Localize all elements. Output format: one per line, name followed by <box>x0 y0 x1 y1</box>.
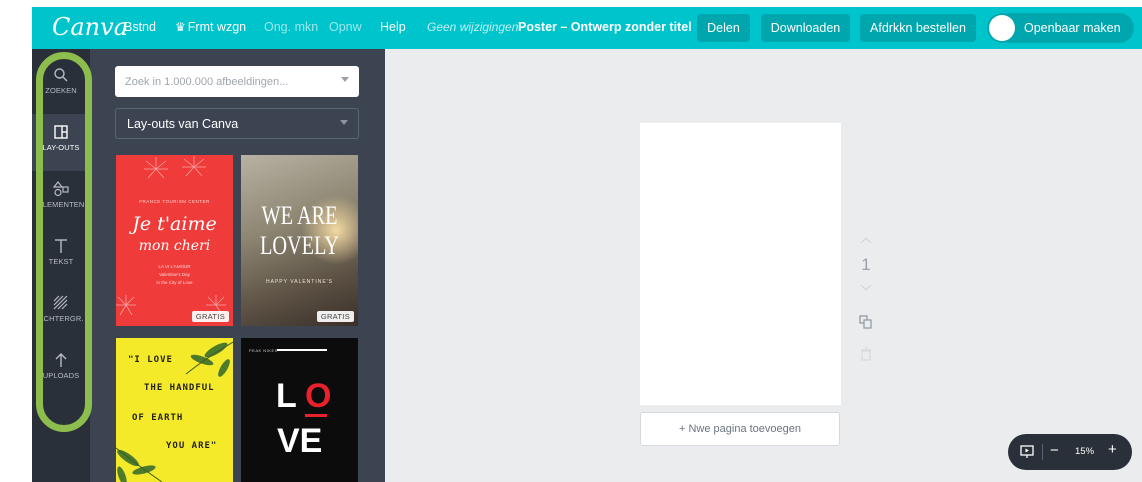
rail-label: UPLOADS <box>42 371 80 380</box>
canva-logo[interactable]: Canva <box>52 13 128 41</box>
order-prints-button[interactable]: Afdrkkn bestellen <box>860 14 976 42</box>
template-word: VE <box>277 422 323 460</box>
rail-item-search[interactable]: ZOEKEN <box>32 57 90 114</box>
side-rail: ZOEKEN LAY-OUTS ELEMENTEN TEKST ACHTERGR… <box>32 49 90 482</box>
template-small-text: LA VI L'AMOUR <box>158 264 191 269</box>
template-title: mon cheri <box>138 238 211 254</box>
rail-item-layouts[interactable]: LAY-OUTS <box>32 114 90 171</box>
add-page-button[interactable]: + Nwe pagina toevoegen <box>640 412 840 446</box>
make-public-toggle[interactable]: Openbaar maken <box>987 13 1134 43</box>
document-title[interactable]: Poster – Ontwerp zonder titel <box>518 20 692 34</box>
template-rule <box>277 349 327 351</box>
template-letter: L <box>276 377 297 415</box>
upload-icon <box>55 353 67 367</box>
image-search-field[interactable] <box>115 66 359 97</box>
template-text-line: "I LOVE <box>128 355 173 365</box>
crown-icon: ♛ <box>175 20 186 34</box>
rail-item-background[interactable]: ACHTERGR. <box>32 285 90 342</box>
search-icon <box>54 68 68 82</box>
search-input[interactable] <box>125 74 325 89</box>
layout-source-dropdown[interactable]: Lay-outs van Canva <box>115 108 359 139</box>
template-letter: O <box>305 377 332 415</box>
menu-undo[interactable]: Ong. mkn <box>264 20 318 34</box>
menu-help[interactable]: Help <box>380 20 406 34</box>
rail-label: TEKST <box>48 257 74 266</box>
template-text-line: YOU ARE" <box>166 441 218 451</box>
template-thumbnail[interactable]: "I LOVE THE HANDFUL OF EARTH YOU ARE" <box>116 338 233 482</box>
chevron-down-icon[interactable] <box>341 77 349 82</box>
template-text-line: OF EARTH <box>132 413 184 423</box>
template-small-text: HAPPY VALENTINE'S <box>266 279 333 285</box>
top-bar: Canva Bstnd ♛ Frmt wzgn Ong. mkn Opnw Hel… <box>32 7 1142 49</box>
zoom-divider <box>1042 444 1043 460</box>
layout-source-label: Lay-outs van Canva <box>127 117 239 131</box>
elements-icon <box>53 181 69 197</box>
rail-label: ACHTERGR. <box>38 314 84 323</box>
present-icon[interactable] <box>1020 445 1034 459</box>
rail-label: ZOEKEN <box>45 86 77 95</box>
zoom-out-button[interactable]: − <box>1050 442 1059 459</box>
canva-editor: Canva Bstnd ♛ Frmt wzgn Ong. mkn Opnw Hel… <box>32 7 1142 482</box>
template-kicker: PEAK NIKES <box>249 348 278 353</box>
menu-resize[interactable]: ♛ Frmt wzgn <box>175 20 246 34</box>
share-button[interactable]: Delen <box>697 14 750 42</box>
design-page[interactable] <box>640 123 841 405</box>
template-kicker: FRANCE TOURISM CENTER <box>139 199 210 204</box>
page-number: 1 <box>861 255 871 274</box>
make-public-label: Openbaar maken <box>1024 21 1121 35</box>
menu-redo[interactable]: Opnw <box>329 20 362 34</box>
template-title: LOVELY <box>259 231 340 260</box>
background-icon <box>53 295 68 310</box>
free-badge: GRATIS <box>191 311 229 322</box>
rail-label: LAY-OUTS <box>42 143 80 152</box>
zoom-in-button[interactable]: + <box>1108 441 1117 458</box>
template-title: WE ARE <box>261 201 338 230</box>
download-button[interactable]: Downloaden <box>761 14 850 42</box>
template-title: Je t'aime <box>132 213 217 235</box>
template-small-text: in the City of Love <box>156 280 193 285</box>
text-icon <box>55 239 67 253</box>
rail-label: ELEMENTEN <box>37 200 85 209</box>
rail-item-elements[interactable]: ELEMENTEN <box>32 171 90 228</box>
template-small-text: Valentine's Day <box>159 272 190 277</box>
duplicate-page-icon[interactable] <box>859 315 873 329</box>
layouts-icon <box>54 125 68 139</box>
template-text-line: THE HANDFUL <box>144 383 215 393</box>
rail-item-uploads[interactable]: UPLOADS <box>32 342 90 399</box>
template-underline <box>305 414 327 417</box>
toggle-knob <box>989 15 1015 41</box>
template-thumbnail[interactable]: WE ARE LOVELY HAPPY VALENTINE'S GRATIS <box>241 155 358 326</box>
layouts-panel: Lay-outs van Canva FRANCE TOURISM CENTER… <box>90 49 385 482</box>
zoom-level: 15% <box>1075 446 1095 457</box>
save-status: Geen wijzigingen <box>427 20 519 34</box>
chevron-down-icon[interactable] <box>859 283 873 293</box>
template-thumbnail[interactable]: PEAK NIKES L O VE <box>241 338 358 482</box>
template-thumbnail[interactable]: FRANCE TOURISM CENTER Je t'aime mon cher… <box>116 155 233 326</box>
rail-item-text[interactable]: TEKST <box>32 228 90 285</box>
free-badge: GRATIS <box>316 311 354 322</box>
trash-icon[interactable] <box>860 347 872 361</box>
menu-file[interactable]: Bstnd <box>124 20 156 34</box>
chevron-down-icon <box>340 120 348 125</box>
zoom-control: − 15% + <box>1008 434 1132 470</box>
chevron-up-icon[interactable] <box>859 235 873 245</box>
